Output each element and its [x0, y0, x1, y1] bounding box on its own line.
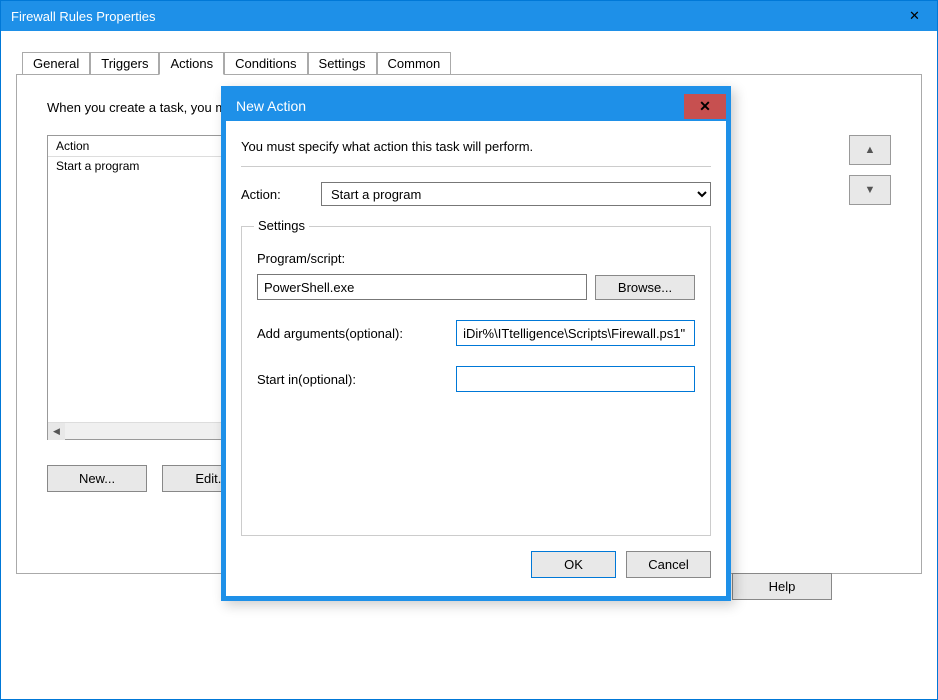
modal-close-icon[interactable]: ✕ [684, 94, 726, 119]
action-select[interactable]: Start a program [321, 182, 711, 206]
cancel-button[interactable]: Cancel [626, 551, 711, 578]
modal-titlebar: New Action ✕ [226, 91, 726, 121]
startin-row: Start in(optional): [257, 366, 695, 392]
move-up-button[interactable]: ▲ [849, 135, 891, 165]
action-type-row: Action: Start a program [241, 182, 711, 206]
reorder-buttons: ▲ ▼ [849, 135, 891, 215]
tab-general[interactable]: General [22, 52, 90, 75]
modal-body: You must specify what action this task w… [226, 121, 726, 596]
tab-conditions[interactable]: Conditions [224, 52, 307, 75]
settings-legend: Settings [254, 218, 309, 233]
main-title: Firewall Rules Properties [11, 9, 156, 24]
arguments-label: Add arguments(optional): [257, 326, 456, 341]
new-button[interactable]: New... [47, 465, 147, 492]
modal-footer: OK Cancel [241, 551, 711, 578]
program-row-wrap: Program/script: Browse... [257, 251, 695, 300]
modal-instruction: You must specify what action this task w… [241, 139, 711, 154]
program-row: Browse... [257, 274, 695, 300]
startin-label: Start in(optional): [257, 372, 456, 387]
settings-group: Settings Program/script: Browse... Add a… [241, 226, 711, 536]
main-window: Firewall Rules Properties ✕ General Trig… [0, 0, 938, 700]
tab-settings[interactable]: Settings [308, 52, 377, 75]
tab-strip: General Triggers Actions Conditions Sett… [22, 51, 922, 74]
scroll-left-icon[interactable] [48, 423, 65, 440]
arguments-input[interactable] [456, 320, 695, 346]
arguments-row: Add arguments(optional): [257, 320, 695, 346]
modal-title: New Action [236, 98, 306, 114]
ok-button[interactable]: OK [531, 551, 616, 578]
tab-common[interactable]: Common [377, 52, 452, 75]
program-input[interactable] [257, 274, 587, 300]
action-label: Action: [241, 187, 321, 202]
tab-triggers[interactable]: Triggers [90, 52, 159, 75]
modal-separator [241, 166, 711, 167]
browse-button[interactable]: Browse... [595, 275, 695, 300]
program-label: Program/script: [257, 251, 695, 266]
tab-actions[interactable]: Actions [159, 52, 224, 75]
help-button[interactable]: Help [732, 573, 832, 600]
close-icon[interactable]: ✕ [892, 1, 937, 31]
new-action-dialog: New Action ✕ You must specify what actio… [221, 86, 731, 601]
startin-input[interactable] [456, 366, 695, 392]
move-down-button[interactable]: ▼ [849, 175, 891, 205]
main-titlebar: Firewall Rules Properties ✕ [1, 1, 937, 31]
